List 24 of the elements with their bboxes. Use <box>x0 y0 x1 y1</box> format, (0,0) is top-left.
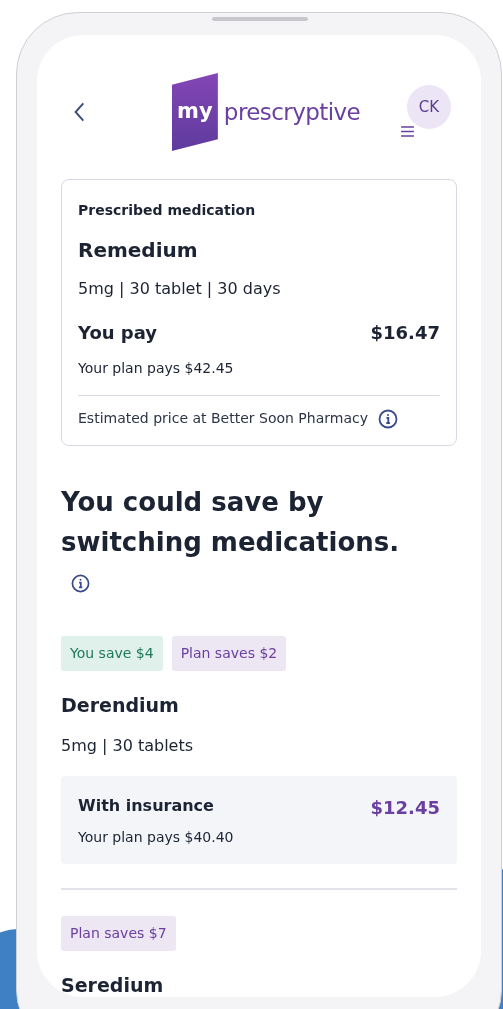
plan-pays-text: Your plan pays $40.40 <box>78 827 235 847</box>
back-icon[interactable] <box>73 101 85 123</box>
pharmacy-note: Estimated price at Better Soon Pharmacy <box>78 409 368 428</box>
info-icon[interactable] <box>377 408 398 429</box>
price-amount: $12.45 <box>370 795 440 820</box>
logo-mark: my <box>171 73 218 151</box>
logo-wordmark: prescryptive <box>223 97 361 127</box>
plan-pays-text: Your plan pays $42.45 <box>78 359 235 378</box>
medication-details: 5mg | 30 tablet | 30 days <box>78 278 282 300</box>
medication-name: Remedium <box>78 237 199 264</box>
you-pay-amount: $16.47 <box>370 321 440 345</box>
price-label: With insurance <box>78 794 214 817</box>
savings-heading: You could save by switching medications. <box>61 487 400 557</box>
menu-icon[interactable] <box>401 126 414 137</box>
medication-name: Seredium <box>61 972 165 998</box>
info-icon[interactable] <box>71 574 90 593</box>
savings-tag: You save $4 <box>61 636 163 671</box>
medication-name: Derendium <box>61 693 180 718</box>
savings-tag: Plan saves $7 <box>61 915 176 951</box>
medication-details: 5mg | 30 tablets <box>61 734 195 757</box>
savings-tag: Plan saves $2 <box>171 636 287 671</box>
card-label: Prescribed medication <box>78 201 257 220</box>
avatar[interactable]: CK <box>407 85 451 129</box>
you-pay-label: You pay <box>78 321 158 345</box>
